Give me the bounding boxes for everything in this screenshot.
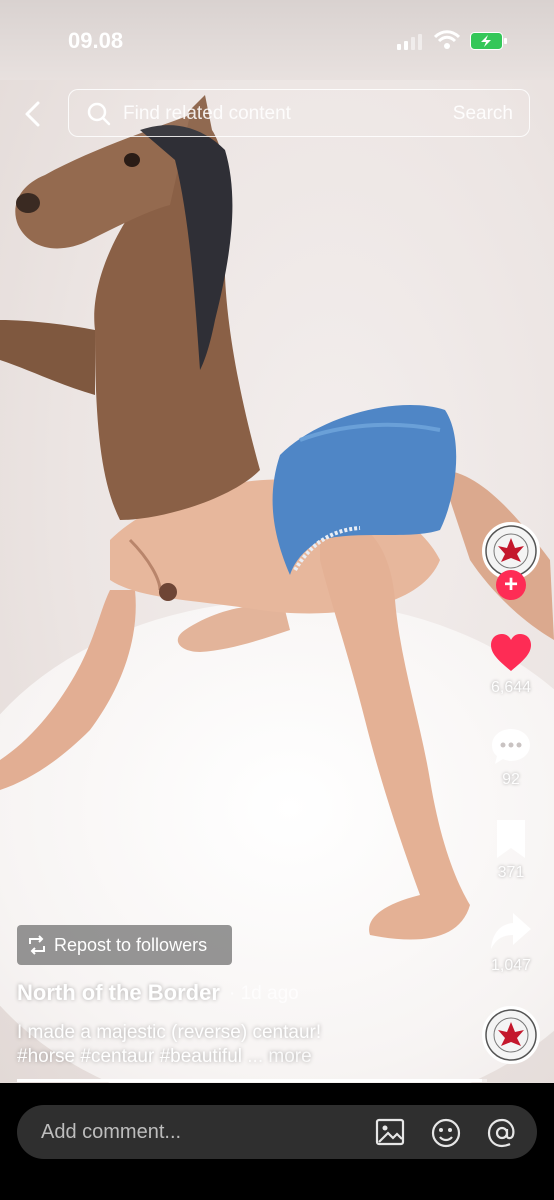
comment-icon[interactable] [490,726,532,768]
comment-count: 92 [502,771,520,788]
author-name[interactable]: North of the Border [17,980,220,1006]
emoji-icon[interactable] [430,1117,462,1149]
heart-icon[interactable] [489,633,533,673]
repost-label: Repost to followers [54,935,208,955]
share-icon[interactable] [489,911,533,951]
caption-line-1: I made a majestic (reverse) centaur! [17,1022,322,1043]
status-time: 09.08 [68,28,124,53]
post-time-ago: · 1d ago [229,983,299,1004]
mention-icon[interactable] [486,1117,518,1149]
post-caption: I made a majestic (reverse) centaur! #ho… [17,1021,467,1069]
search-button[interactable]: Search [453,103,513,125]
bookmark-icon[interactable] [494,818,528,860]
caption-more-link[interactable]: ... more [247,1046,311,1067]
save-count: 371 [497,864,525,881]
search-icon [87,102,111,126]
video-progress-bar[interactable] [17,1079,487,1082]
follow-button[interactable]: + [496,570,526,600]
search-input[interactable]: Find related content [123,103,291,125]
repost-icon [29,935,45,955]
battery-icon [470,32,507,50]
share-count: 1,047 [490,957,532,974]
like-count: 6,644 [490,679,532,696]
video-frame-centaur-sculpture [0,95,554,940]
comment-input[interactable]: Add comment... [41,1121,181,1144]
image-icon[interactable] [375,1117,405,1147]
back-icon[interactable] [18,98,50,130]
sound-disc-avatar[interactable] [482,1006,540,1064]
wifi-icon [434,30,460,49]
video-player[interactable]: 09.08 Find related content Search + 6,64… [0,0,554,1083]
search-bar[interactable]: Find related content Search [68,89,530,137]
cellular-signal-icon [397,34,422,50]
comment-bar[interactable]: Add comment... [17,1105,537,1159]
video-progress-fill [17,1079,483,1082]
creator-logo-disc [485,1009,537,1061]
caption-hashtags[interactable]: #horse #centaur #beautiful [17,1046,242,1067]
repost-button[interactable]: Repost to followers [17,925,232,965]
